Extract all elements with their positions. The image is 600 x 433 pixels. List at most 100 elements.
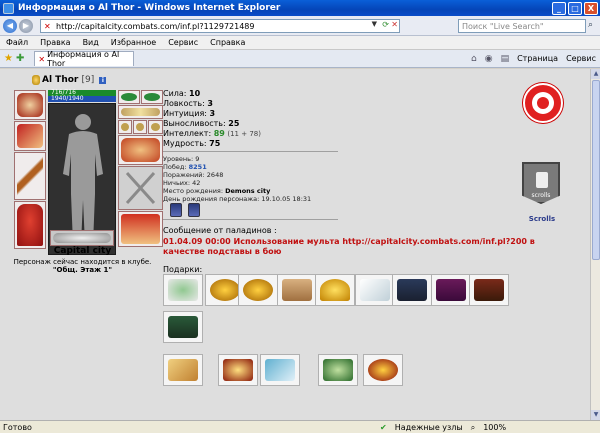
gift-item[interactable] xyxy=(260,354,300,386)
shield-slot[interactable] xyxy=(118,166,163,210)
amulet-slot[interactable] xyxy=(141,90,163,104)
stat-endurance: Выносливость: 25 xyxy=(163,119,240,128)
ring-slot-2[interactable] xyxy=(133,120,147,134)
security-zone: Надежные узлы xyxy=(394,423,463,432)
close-button[interactable]: X xyxy=(584,1,598,15)
divider xyxy=(163,151,338,152)
zoom-level[interactable]: 100% xyxy=(483,423,506,432)
tab-row: ★ ✚ ✕ Информация о Al Thor ⌂ ◉ ▤ Страниц… xyxy=(0,50,600,68)
amulet-icon xyxy=(144,93,160,101)
command-bar: ⌂ ◉ ▤ Страница Сервис xyxy=(471,54,600,64)
vertical-scrollbar[interactable]: ▲ ▼ xyxy=(590,69,600,420)
chevron-down-icon[interactable]: ▼ xyxy=(372,20,377,28)
back-button[interactable]: ◀ xyxy=(3,18,17,33)
fireworks-icon xyxy=(223,359,253,381)
info-icon[interactable]: i xyxy=(99,77,107,84)
divider xyxy=(163,219,338,220)
page-menu[interactable]: Страница xyxy=(517,54,558,63)
helmet-icon xyxy=(17,93,43,117)
ring-icon xyxy=(136,123,144,131)
medal-icon xyxy=(210,279,240,301)
helmet-slot[interactable] xyxy=(14,90,46,120)
armor-slot[interactable] xyxy=(14,201,46,249)
tab-current[interactable]: ✕ Информация о Al Thor xyxy=(34,50,135,68)
info-birthday: День рождения персонажа: 19.10.05 18:31 xyxy=(163,195,312,203)
address-bar[interactable]: ✕ http://capitalcity.combats.com/inf.pl?… xyxy=(40,19,400,33)
ie-icon xyxy=(3,2,14,14)
gift-item[interactable] xyxy=(363,354,403,386)
belt-slot[interactable] xyxy=(50,230,114,246)
menu-help[interactable]: Справка xyxy=(204,38,251,47)
book-icon xyxy=(168,316,198,338)
info-level: Уровень: 9 xyxy=(163,155,200,163)
info-losses: Поражений: 2648 xyxy=(163,171,224,179)
gift-item[interactable] xyxy=(392,274,432,306)
boots-slot[interactable] xyxy=(118,211,163,247)
gift-item[interactable] xyxy=(163,274,203,306)
zoom-icon: ⌕ xyxy=(470,422,476,432)
weapon-slot[interactable] xyxy=(14,152,46,200)
menu-edit[interactable]: Правка xyxy=(34,38,76,47)
badge-icon[interactable] xyxy=(188,203,200,217)
tools-menu[interactable]: Сервис xyxy=(566,54,596,63)
guild-emblem-icon[interactable]: scrolls xyxy=(522,162,560,204)
gift-item[interactable] xyxy=(238,274,278,306)
badge-icon[interactable] xyxy=(170,203,182,217)
stat-agility: Ловкость: 3 xyxy=(163,99,213,108)
status-bar: Готово ✔ Надежные узлы ⌕ 100% xyxy=(0,420,600,433)
necklace-icon xyxy=(121,108,160,116)
gift-item[interactable] xyxy=(431,274,471,306)
paladin-message: 01.04.09 00:00 Использование мульта http… xyxy=(163,237,535,256)
scroll-down-icon[interactable]: ▼ xyxy=(591,410,600,420)
menu-bar: Файл Правка Вид Избранное Сервис Справка xyxy=(0,36,600,50)
ring-slot-3[interactable] xyxy=(148,120,163,134)
print-icon[interactable]: ▤ xyxy=(501,54,510,64)
necklace-slot[interactable] xyxy=(118,105,163,119)
gift-item[interactable] xyxy=(469,274,509,306)
guild-name[interactable]: Scrolls xyxy=(522,215,562,223)
feeds-icon[interactable]: ◉ xyxy=(485,54,493,64)
page-icon: ✕ xyxy=(44,21,51,31)
stop-icon[interactable]: ✕ xyxy=(391,20,398,29)
gift-item[interactable] xyxy=(163,311,203,343)
menu-file[interactable]: Файл xyxy=(0,38,34,47)
info-draws: Ничьих: 42 xyxy=(163,179,201,187)
search-input[interactable]: Поиск "Live Search" xyxy=(458,19,586,33)
city-title: Capital city xyxy=(53,246,112,256)
clan-seal-icon[interactable] xyxy=(523,83,563,123)
refresh-icon[interactable]: ⟳ xyxy=(382,20,389,29)
scroll-up-icon[interactable]: ▲ xyxy=(591,69,600,79)
minimize-button[interactable]: _ xyxy=(552,1,566,15)
gift-item[interactable] xyxy=(218,354,258,386)
info-birthplace: Место рождения: Demons city xyxy=(163,187,271,195)
earring-slot[interactable] xyxy=(118,90,140,104)
status-right: ✔ Надежные узлы ⌕ 100% xyxy=(380,421,506,433)
gift-item[interactable] xyxy=(277,274,317,306)
ring-slot-1[interactable] xyxy=(118,120,132,134)
url-text: http://capitalcity.combats.com/inf.pl?11… xyxy=(56,21,255,31)
scroll-thumb[interactable] xyxy=(592,80,600,260)
forward-button[interactable]: ▶ xyxy=(19,18,33,33)
lion-icon xyxy=(537,97,549,109)
stat-wisdom: Мудрость: 75 xyxy=(163,139,221,148)
tree-icon xyxy=(323,359,353,381)
menu-view[interactable]: Вид xyxy=(77,38,105,47)
maximize-button[interactable]: □ xyxy=(568,1,582,15)
search-icon[interactable]: ⌕ xyxy=(588,20,593,30)
gift-item[interactable] xyxy=(318,354,358,386)
check-icon: ✔ xyxy=(380,423,387,432)
page-icon: ✕ xyxy=(38,54,46,64)
favorites-star-icon[interactable]: ★ xyxy=(4,53,13,64)
home-icon[interactable]: ⌂ xyxy=(471,54,477,64)
menu-tools[interactable]: Сервис xyxy=(162,38,204,47)
gift-item[interactable] xyxy=(163,354,203,386)
location-text: Персонаж сейчас находится в клубе. xyxy=(13,258,152,266)
gift-item[interactable] xyxy=(315,274,355,306)
add-favorites-icon[interactable]: ✚ xyxy=(16,53,24,64)
gift-item[interactable] xyxy=(355,274,395,306)
gloves-slot[interactable] xyxy=(118,135,163,165)
guild-emblem-label: scrolls xyxy=(531,192,551,199)
bracer-slot[interactable] xyxy=(14,121,46,151)
bracer-icon xyxy=(17,124,43,148)
menu-favorites[interactable]: Избранное xyxy=(105,38,162,47)
